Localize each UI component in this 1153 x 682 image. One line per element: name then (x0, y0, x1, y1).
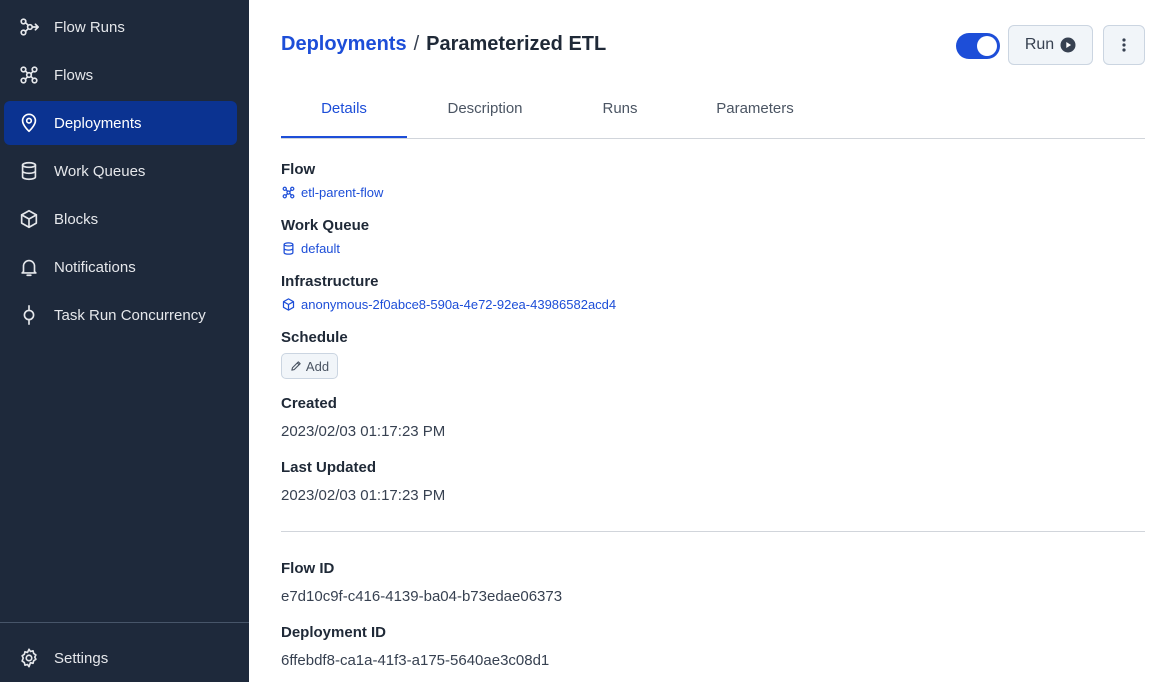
section-divider (281, 531, 1145, 532)
sidebar-item-label: Settings (54, 649, 109, 667)
run-button-label: Run (1024, 36, 1055, 53)
sidebar-item-work-queues[interactable]: Work Queues (4, 149, 237, 193)
flow-id-value: e7d10c9f-c416-4139-ba04-b73edae06373 (281, 588, 563, 605)
work-queue-link-text: default (301, 241, 341, 256)
block-icon (281, 297, 301, 312)
work-queues-icon (18, 160, 40, 182)
created-value: 2023/02/03 01:17:23 PM (281, 423, 446, 440)
run-button[interactable]: Run (1008, 25, 1093, 65)
sidebar: Flow Runs Flows Deployments Work Queues (0, 0, 249, 682)
flow-link[interactable]: etl-parent-flow (281, 185, 383, 200)
more-options-button[interactable] (1103, 25, 1145, 65)
sidebar-item-blocks[interactable]: Blocks (4, 197, 237, 241)
sidebar-item-label: Deployments (54, 114, 142, 132)
pencil-icon (290, 360, 306, 372)
tab-runs[interactable]: Runs (581, 84, 659, 136)
work-queue-icon (281, 241, 301, 256)
sidebar-item-label: Blocks (54, 210, 99, 228)
deployment-id-value: 6ffebdf8-ca1a-41f3-a175-5640ae3c08d1 (281, 652, 550, 669)
infrastructure-link[interactable]: anonymous-2f0abce8-590a-4e72-92ea-439865… (281, 297, 616, 312)
play-icon (1060, 37, 1076, 53)
tab-description[interactable]: Description (429, 84, 541, 136)
last-updated-value: 2023/02/03 01:17:23 PM (281, 487, 446, 504)
flow-id-label: Flow ID (281, 560, 335, 577)
blocks-icon (18, 208, 40, 230)
sidebar-item-flows[interactable]: Flows (4, 53, 237, 97)
flow-label: Flow (281, 161, 316, 178)
tab-details[interactable]: Details (281, 84, 407, 138)
work-queue-label: Work Queue (281, 217, 370, 234)
deployment-id-label: Deployment ID (281, 624, 387, 641)
sidebar-item-notifications[interactable]: Notifications (4, 245, 237, 289)
sidebar-item-label: Flows (54, 66, 94, 84)
sidebar-item-deployments[interactable]: Deployments (4, 101, 237, 145)
sidebar-item-label: Task Run Concurrency (54, 306, 206, 324)
created-label: Created (281, 395, 337, 412)
tab-bar: Details Description Runs Parameters (281, 84, 1145, 139)
breadcrumb: Deployments / Parameterized ETL (281, 33, 606, 56)
tab-parameters[interactable]: Parameters (701, 84, 809, 136)
infrastructure-link-text: anonymous-2f0abce8-590a-4e72-92ea-439865… (301, 297, 617, 312)
sidebar-item-task-run-concurrency[interactable]: Task Run Concurrency (4, 293, 237, 337)
deployment-active-toggle[interactable] (956, 33, 1000, 59)
flows-icon (281, 185, 301, 200)
last-updated-label: Last Updated (281, 459, 377, 476)
breadcrumb-deployments-link[interactable]: Deployments (281, 33, 407, 56)
work-queue-link[interactable]: default (281, 241, 340, 256)
toggle-knob (977, 36, 997, 56)
concurrency-icon (18, 304, 40, 326)
bell-icon (18, 256, 40, 278)
sidebar-item-flow-runs[interactable]: Flow Runs (4, 5, 237, 49)
infrastructure-label: Infrastructure (281, 273, 379, 290)
flow-runs-icon (18, 16, 40, 38)
sidebar-item-label: Flow Runs (54, 18, 125, 36)
sidebar-item-label: Notifications (54, 258, 136, 276)
page-title: Parameterized ETL (426, 33, 607, 55)
add-schedule-button[interactable]: Add (281, 353, 338, 379)
schedule-label: Schedule (281, 329, 348, 346)
sidebar-item-settings[interactable]: Settings (4, 636, 237, 680)
gear-icon (18, 647, 40, 669)
deployments-icon (18, 112, 40, 134)
sidebar-item-label: Work Queues (54, 162, 146, 180)
sidebar-divider (0, 622, 249, 623)
flow-link-text: etl-parent-flow (301, 185, 384, 200)
flows-icon (18, 64, 40, 86)
main-content: Deployments / Parameterized ETL Run Deta… (249, 0, 1153, 682)
breadcrumb-separator: / (413, 33, 420, 55)
kebab-menu-icon (1122, 38, 1126, 52)
add-schedule-label: Add (305, 358, 330, 374)
